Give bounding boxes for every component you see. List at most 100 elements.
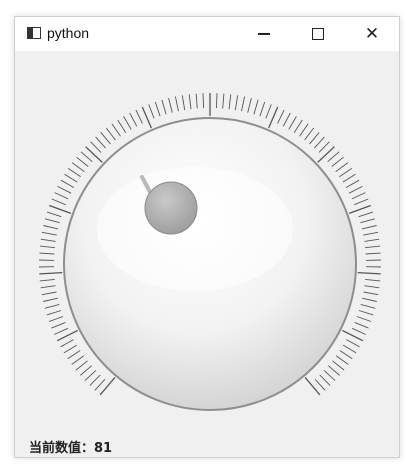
dial-minor-tick	[100, 132, 111, 145]
dial-major-tick	[304, 376, 321, 396]
dial-minor-tick	[363, 231, 379, 236]
dial-minor-tick	[161, 99, 167, 115]
dial-minor-tick	[331, 156, 344, 167]
dial-minor-tick	[346, 339, 360, 348]
dial-minor-tick	[54, 327, 69, 335]
dial-minor-tick	[293, 119, 303, 133]
dial-minor-tick	[181, 95, 186, 111]
dial-minor-tick	[44, 218, 60, 224]
dial-minor-tick	[335, 162, 349, 172]
dial-major-tick	[348, 204, 371, 215]
dial-minor-tick	[71, 355, 85, 365]
dial-major-tick	[99, 376, 116, 396]
dial-minor-tick	[282, 112, 291, 127]
dial-major-tick	[317, 146, 335, 163]
dial-minor-tick	[202, 93, 205, 109]
current-value-label: 当前数值：81	[29, 437, 112, 456]
dial-minor-tick	[90, 141, 102, 153]
window-title: python	[47, 25, 90, 41]
dial-minor-tick	[364, 285, 380, 289]
dial-minor-tick	[168, 97, 173, 113]
dial-minor-tick	[358, 310, 374, 316]
dial-minor-tick	[288, 116, 297, 130]
dial-minor-tick	[309, 132, 320, 145]
dial-major-tick	[141, 106, 152, 129]
dial-minor-tick	[111, 123, 121, 137]
dial-minor-tick	[215, 93, 218, 109]
dial-minor-tick	[84, 370, 97, 381]
close-icon: ✕	[364, 24, 380, 43]
dial-minor-tick	[356, 316, 372, 322]
current-value-prefix: 当前数值：	[29, 441, 95, 456]
dial-minor-tick	[43, 297, 58, 302]
dial-minor-tick	[40, 285, 56, 289]
dial-minor-tick	[80, 365, 92, 376]
dial-minor-tick	[123, 116, 132, 130]
minimize-button[interactable]	[241, 17, 287, 51]
dial-minor-tick	[323, 370, 336, 381]
dial-minor-tick	[277, 109, 285, 124]
dial-minor-tick	[222, 93, 225, 109]
dial-minor-tick	[342, 173, 356, 183]
dial-minor-tick	[319, 374, 331, 386]
main-window: python ✕ 当前数值：81	[14, 16, 400, 458]
dial-major-tick	[49, 204, 72, 215]
dial-minor-tick	[247, 97, 252, 113]
dial-major-tick	[39, 271, 63, 275]
dial-minor-tick	[89, 374, 101, 386]
dial-minor-tick	[339, 168, 353, 178]
dial-minor-tick	[351, 192, 366, 200]
dial-minor-tick	[354, 321, 369, 329]
dial-minor-tick	[71, 162, 85, 172]
maximize-button[interactable]	[295, 17, 341, 51]
dial-minor-tick	[253, 99, 259, 115]
dial-handle[interactable]	[144, 181, 198, 235]
dial-minor-tick	[46, 211, 62, 218]
dial-minor-tick	[345, 179, 360, 188]
dial-minor-tick	[60, 339, 74, 348]
dial-minor-tick	[60, 179, 75, 188]
dial-minor-tick	[363, 291, 379, 296]
dial-minor-tick	[342, 344, 357, 354]
dial-minor-tick	[354, 198, 369, 206]
dial-minor-tick	[48, 316, 64, 322]
app-icon	[27, 27, 41, 39]
dial-minor-tick	[195, 93, 198, 109]
dial-minor-tick	[46, 310, 62, 316]
dial-minor-tick	[228, 94, 232, 110]
dial-minor-tick	[41, 291, 57, 296]
dial-minor-tick	[57, 185, 72, 194]
dial-minor-tick	[318, 141, 330, 153]
dial-minor-tick	[365, 252, 381, 255]
dial-widget[interactable]	[15, 51, 401, 459]
dial-minor-tick	[360, 303, 376, 309]
title-bar[interactable]: python ✕	[15, 17, 399, 51]
dial-major-tick	[85, 146, 103, 163]
maximize-icon	[312, 28, 324, 40]
dial-minor-tick	[67, 168, 81, 178]
close-button[interactable]: ✕	[349, 17, 395, 51]
minimize-icon	[258, 33, 270, 35]
dial-minor-tick	[39, 245, 55, 249]
dial-minor-tick	[95, 136, 106, 149]
dial-minor-tick	[314, 136, 325, 149]
dial-minor-tick	[348, 185, 363, 194]
dial-minor-tick	[39, 252, 55, 255]
dial-minor-tick	[259, 101, 266, 117]
dial-minor-tick	[234, 95, 239, 111]
dial-svg[interactable]	[15, 51, 401, 459]
dial-minor-tick	[41, 231, 57, 236]
dial-minor-tick	[304, 127, 315, 141]
dial-minor-tick	[332, 360, 345, 371]
dial-minor-tick	[51, 321, 66, 329]
dial-major-tick	[268, 106, 279, 129]
dial-minor-tick	[360, 218, 376, 224]
dial-minor-tick	[39, 278, 55, 282]
dial-minor-tick	[299, 123, 309, 137]
dial-minor-tick	[361, 225, 377, 230]
dial-minor-tick	[335, 355, 349, 365]
dial-minor-tick	[76, 156, 89, 167]
dial-minor-tick	[174, 96, 179, 112]
dial-minor-tick	[40, 238, 56, 242]
dial-minor-tick	[351, 327, 366, 335]
